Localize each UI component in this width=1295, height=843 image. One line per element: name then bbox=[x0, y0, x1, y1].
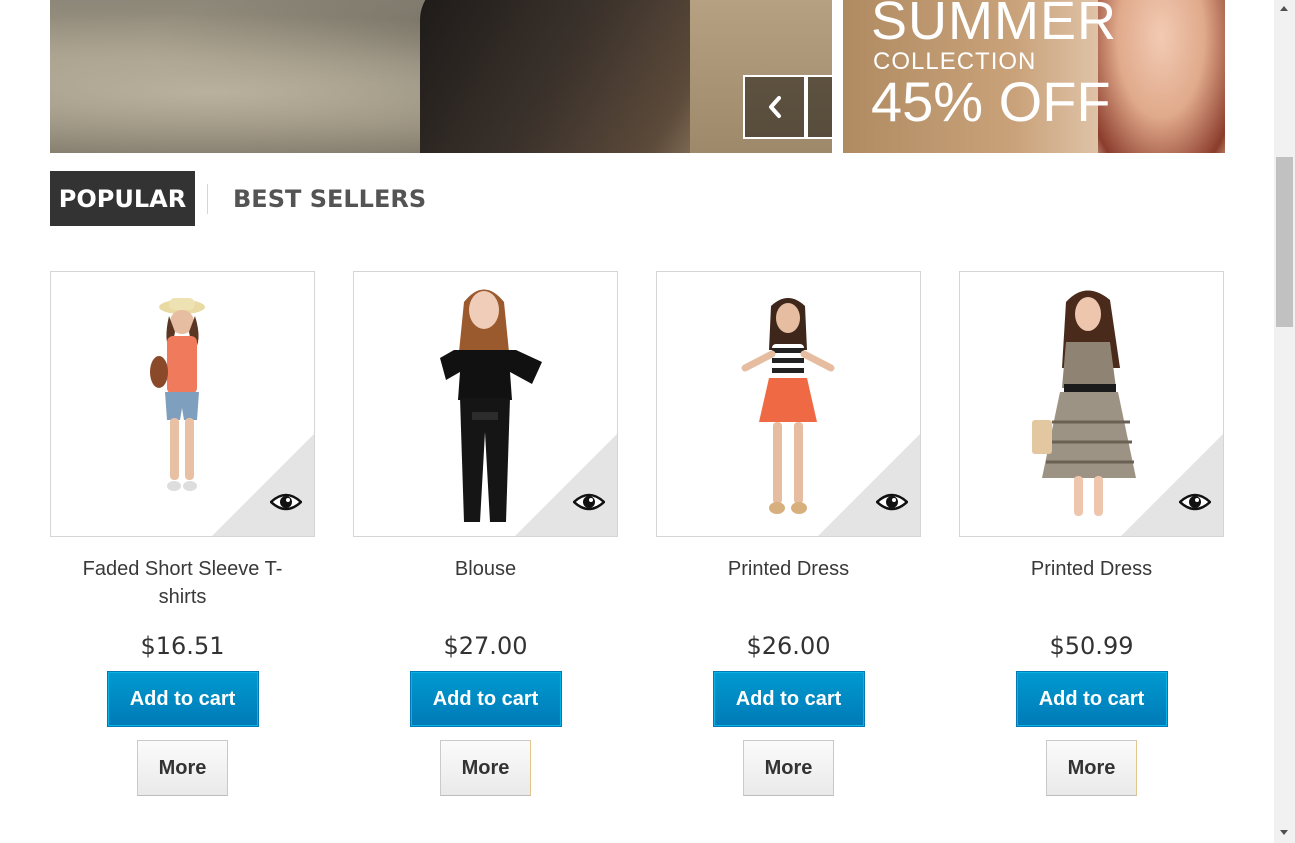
product-name-link[interactable]: Printed Dress bbox=[656, 555, 921, 611]
scrollbar-thumb[interactable] bbox=[1276, 157, 1293, 327]
more-button[interactable]: More bbox=[743, 740, 834, 796]
add-to-cart-button[interactable]: Add to cart bbox=[1015, 671, 1168, 727]
eye-icon[interactable] bbox=[1179, 490, 1211, 514]
add-to-cart-button[interactable]: Add to cart bbox=[106, 671, 259, 727]
more-button[interactable]: More bbox=[137, 740, 228, 796]
more-button[interactable]: More bbox=[440, 740, 531, 796]
eye-icon[interactable] bbox=[573, 490, 605, 514]
product-name-link[interactable]: Printed Dress bbox=[959, 555, 1224, 611]
tab-divider bbox=[207, 183, 208, 214]
add-to-cart-button[interactable]: Add to cart bbox=[712, 671, 865, 727]
eye-icon[interactable] bbox=[876, 490, 908, 514]
corner-fold bbox=[1121, 434, 1223, 536]
more-button[interactable]: More bbox=[1046, 740, 1137, 796]
summer-collection-banner[interactable]: SUMMER COLLECTION 45% OFF bbox=[843, 0, 1225, 153]
product-name-link[interactable]: Faded Short Sleeve T-shirts bbox=[50, 555, 315, 611]
product-card: Printed Dress $50.99 Add to cart More bbox=[959, 271, 1224, 796]
product-card: Printed Dress $26.00 Add to cart More bbox=[656, 271, 921, 796]
vertical-scrollbar[interactable] bbox=[1274, 0, 1295, 843]
chevron-left-icon bbox=[768, 96, 781, 118]
product-card: Faded Short Sleeve T-shirts $16.51 Add t… bbox=[50, 271, 315, 796]
product-card: Blouse $27.00 Add to cart More bbox=[353, 271, 618, 796]
tab-popular[interactable]: POPULAR bbox=[50, 171, 195, 226]
chevron-right-icon bbox=[831, 96, 832, 118]
product-image[interactable] bbox=[959, 271, 1224, 537]
banner-offer: 45% OFF bbox=[871, 70, 1111, 133]
slider-next-button[interactable] bbox=[806, 75, 832, 139]
product-price: $50.99 bbox=[1049, 632, 1134, 660]
eye-icon[interactable] bbox=[270, 490, 302, 514]
corner-fold bbox=[212, 434, 314, 536]
product-price: $26.00 bbox=[746, 632, 831, 660]
tab-best-sellers[interactable]: BEST SELLERS bbox=[220, 171, 438, 226]
product-image[interactable] bbox=[656, 271, 921, 537]
add-to-cart-button[interactable]: Add to cart bbox=[409, 671, 562, 727]
scroll-down-arrow-icon[interactable] bbox=[1280, 830, 1288, 835]
banner-headline: SUMMER bbox=[871, 0, 1117, 51]
scroll-up-arrow-icon[interactable] bbox=[1280, 6, 1288, 11]
product-name-link[interactable]: Blouse bbox=[353, 555, 618, 611]
hero-banner[interactable] bbox=[50, 0, 832, 153]
product-price: $16.51 bbox=[140, 632, 225, 660]
product-image[interactable] bbox=[353, 271, 618, 537]
product-image[interactable] bbox=[50, 271, 315, 537]
product-price: $27.00 bbox=[443, 632, 528, 660]
corner-fold bbox=[515, 434, 617, 536]
corner-fold bbox=[818, 434, 920, 536]
product-tabs: POPULAR BEST SELLERS bbox=[50, 171, 438, 226]
slider-prev-button[interactable] bbox=[743, 75, 806, 139]
banner-model-face-image bbox=[1098, 0, 1225, 153]
